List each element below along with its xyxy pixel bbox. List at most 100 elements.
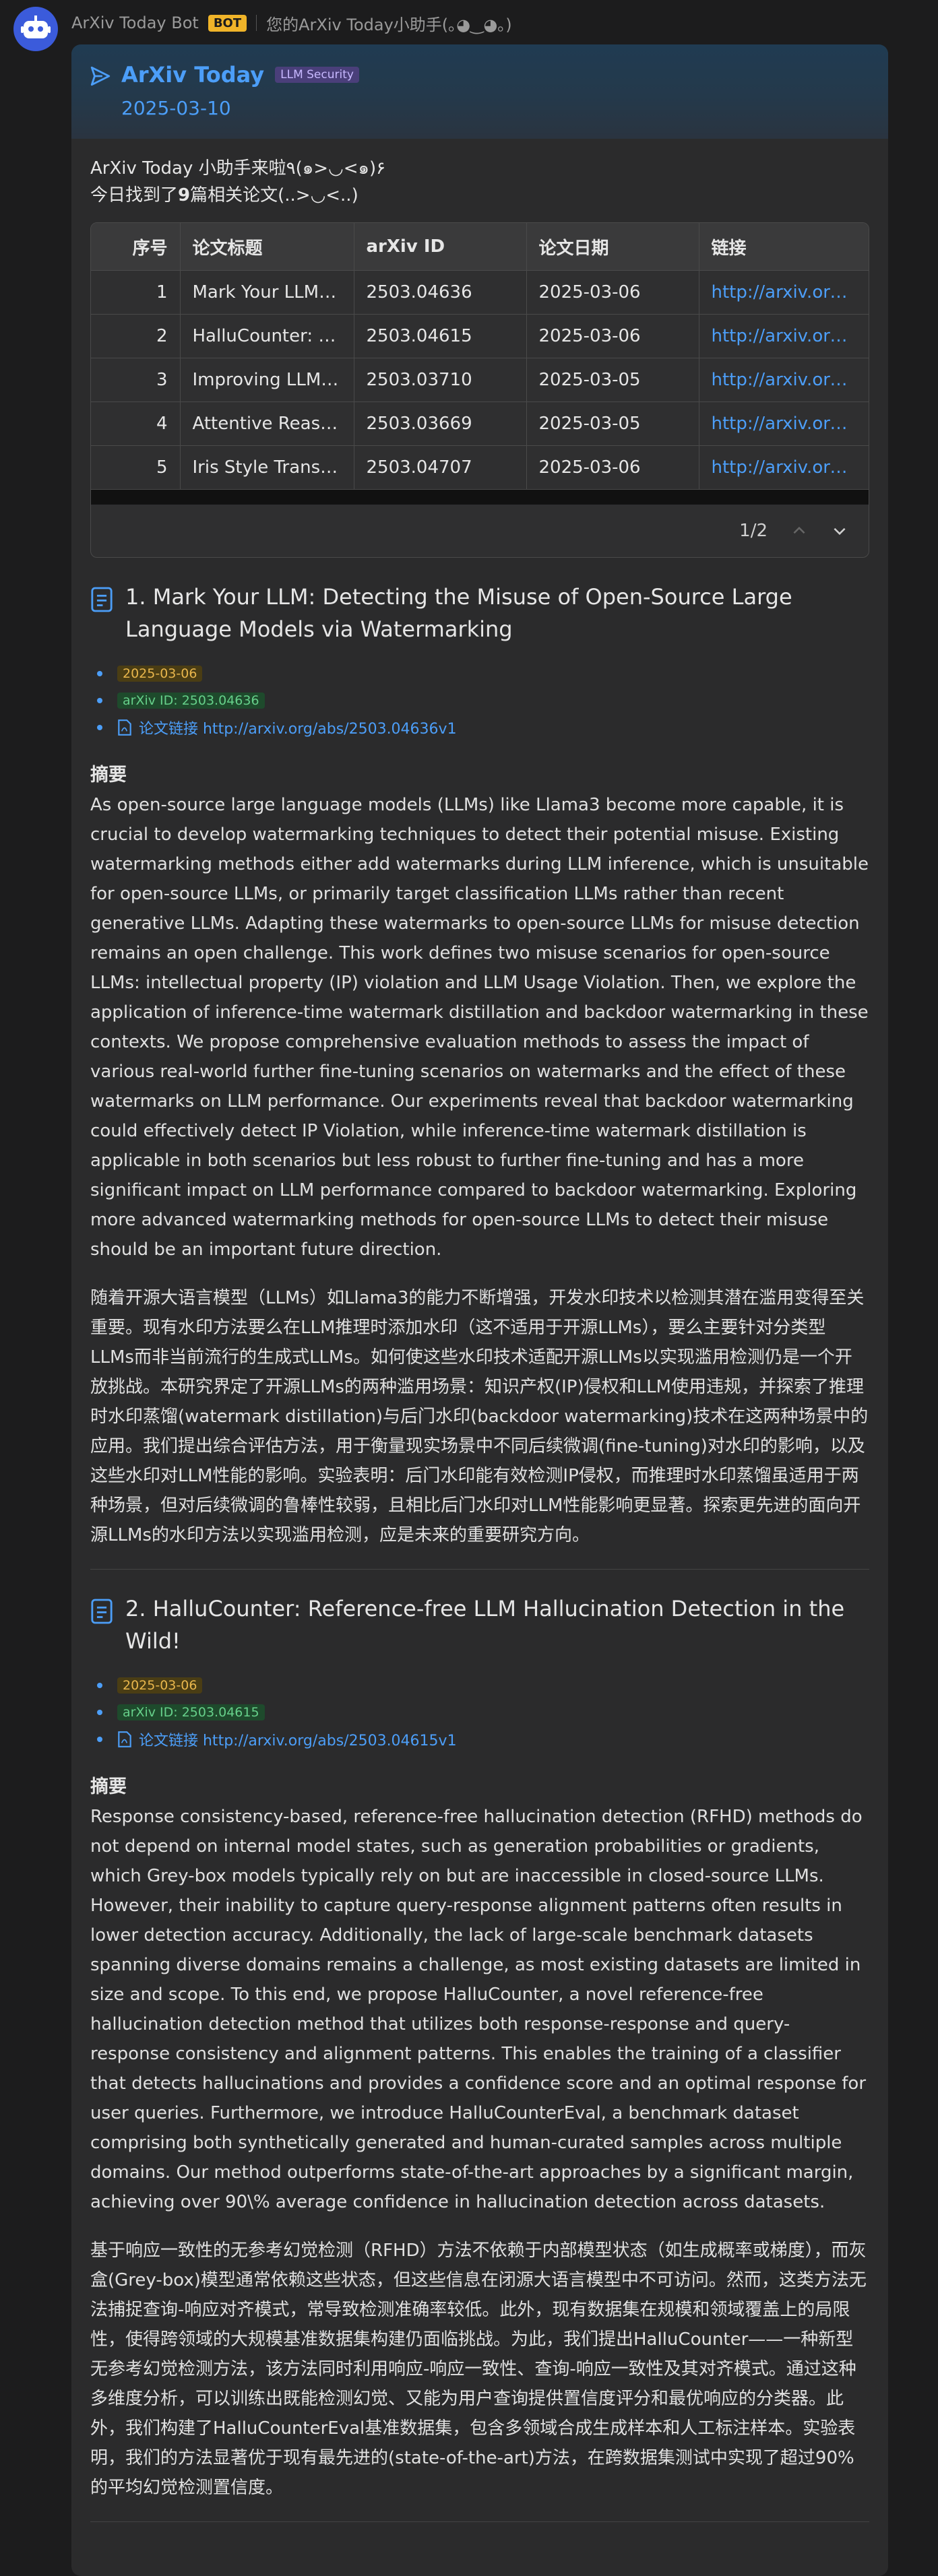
cell-date: 2025-03-06 bbox=[526, 270, 699, 315]
cell-link[interactable]: http://arxiv.org/abs/2503.03669v1 bbox=[699, 401, 869, 446]
topic-tag: LLM Security bbox=[275, 67, 359, 83]
bullet bbox=[97, 698, 102, 703]
bullet bbox=[97, 725, 102, 730]
cell-id: 2503.04707 bbox=[354, 445, 527, 490]
card-title-text: ArXiv Today bbox=[121, 62, 265, 88]
paper-title: 1. Mark Your LLM: Detecting the Misuse o… bbox=[90, 581, 869, 645]
pdf-icon bbox=[118, 1731, 131, 1747]
abstract-heading: 摘要 bbox=[90, 1776, 127, 1797]
pdf-icon bbox=[118, 719, 131, 736]
chevron-down-icon[interactable] bbox=[831, 522, 848, 540]
table-pager: 1/2 bbox=[91, 505, 869, 557]
cell-date: 2025-03-05 bbox=[526, 358, 699, 402]
cell-date: 2025-03-05 bbox=[526, 401, 699, 446]
cell-title: Attentive Reasoning Queries bbox=[180, 401, 354, 446]
card-header: ArXiv Today LLM Security 2025-03-10 bbox=[71, 44, 888, 139]
cell-id: 2503.04615 bbox=[354, 314, 527, 358]
paper-link-text[interactable]: 论文链接 http://arxiv.org/abs/2503.04636v1 bbox=[139, 717, 457, 738]
meta-id: arXiv ID: 2503.04636 bbox=[90, 687, 869, 714]
paper-meta-list: 2025-03-06 arXiv ID: 2503.04636 论文链接 htt… bbox=[90, 660, 869, 741]
cell-link[interactable]: http://arxiv.org/abs/2503.04707v1 bbox=[699, 445, 869, 490]
meta-link: 论文链接 http://arxiv.org/abs/2503.04615v1 bbox=[90, 1726, 869, 1753]
paper-link-text[interactable]: 论文链接 http://arxiv.org/abs/2503.04615v1 bbox=[139, 1729, 457, 1750]
bullet bbox=[97, 671, 102, 676]
date-badge: 2025-03-06 bbox=[117, 1677, 203, 1694]
arxiv-id-badge: arXiv ID: 2503.04615 bbox=[117, 1704, 265, 1720]
cell-no: 3 bbox=[91, 358, 181, 402]
intro-text: ArXiv Today 小助手来啦٩(๑>◡<๑)۶ 今日找到了9篇相关论文(.… bbox=[90, 155, 869, 209]
intro-line-2: 今日找到了9篇相关论文(..>◡<..) bbox=[90, 182, 869, 209]
cell-date: 2025-03-06 bbox=[526, 314, 699, 358]
card-date: 2025-03-10 bbox=[121, 97, 231, 119]
intro-suffix: 篇相关论文(..>◡<..) bbox=[190, 185, 358, 205]
cell-title: Improving LLM Safety Alignment bbox=[180, 358, 354, 402]
paper-title-text: 2. HalluCounter: Reference-free LLM Hall… bbox=[125, 1596, 845, 1654]
meta-id: arXiv ID: 2503.04615 bbox=[90, 1699, 869, 1726]
table-row: 5 Iris Style Transfer 2503.04707 2025-03… bbox=[91, 445, 869, 490]
abstract-english: Response consistency-based, reference-fr… bbox=[90, 1807, 867, 2212]
cell-title: HalluCounter: Reference-free bbox=[180, 314, 354, 358]
paper-link[interactable]: 论文链接 http://arxiv.org/abs/2503.04636v1 bbox=[117, 717, 457, 738]
cell-link[interactable]: http://arxiv.org/abs/2503.03710v1 bbox=[699, 358, 869, 402]
col-header-date[interactable]: 论文日期 bbox=[526, 223, 699, 271]
abstract-heading: 摘要 bbox=[90, 765, 127, 785]
bullet bbox=[97, 1683, 102, 1688]
cell-id: 2503.04636 bbox=[354, 270, 527, 315]
cell-no: 1 bbox=[91, 270, 181, 315]
paper-title-text: 1. Mark Your LLM: Detecting the Misuse o… bbox=[125, 584, 792, 642]
robot-icon bbox=[21, 15, 51, 38]
abstract-english: As open-source large language models (LL… bbox=[90, 795, 869, 1260]
bot-name[interactable]: ArXiv Today Bot bbox=[71, 13, 199, 32]
cell-no: 2 bbox=[91, 314, 181, 358]
header-divider bbox=[256, 15, 257, 31]
bullet bbox=[97, 1710, 102, 1715]
col-header-link[interactable]: 链接 bbox=[699, 223, 869, 271]
cell-link[interactable]: http://arxiv.org/abs/2503.04615v1 bbox=[699, 314, 869, 358]
paper-count: 9 bbox=[178, 185, 191, 205]
abstract-chinese: 基于响应一致性的无参考幻觉检测（RFHD）方法不依赖于内部模型状态（如生成概率或… bbox=[90, 2241, 867, 2498]
table-horizontal-scrollbar[interactable] bbox=[91, 490, 869, 505]
bot-avatar[interactable] bbox=[13, 7, 58, 51]
col-header-title[interactable]: 论文标题 bbox=[180, 223, 354, 271]
table-row: 3 Improving LLM Safety Alignment 2503.03… bbox=[91, 358, 869, 402]
paper-entry: 2. HalluCounter: Reference-free LLM Hall… bbox=[90, 1592, 869, 2522]
table-row: 4 Attentive Reasoning Queries 2503.03669… bbox=[91, 401, 869, 446]
bot-badge: BOT bbox=[208, 14, 247, 32]
bullet bbox=[97, 1737, 102, 1742]
table-header-row: 序号 论文标题 arXiv ID 论文日期 链接 bbox=[91, 223, 869, 271]
intro-line-1: ArXiv Today 小助手来啦٩(๑>◡<๑)۶ bbox=[90, 158, 386, 179]
cell-id: 2503.03669 bbox=[354, 401, 527, 446]
meta-date: 2025-03-06 bbox=[90, 660, 869, 687]
chevron-up-icon[interactable] bbox=[790, 522, 808, 540]
table-row: 1 Mark Your LLM: Detecting the Misuse 25… bbox=[91, 270, 869, 315]
send-icon bbox=[90, 66, 111, 86]
cell-link[interactable]: http://arxiv.org/abs/2503.04636v1 bbox=[699, 270, 869, 315]
paper-link[interactable]: 论文链接 http://arxiv.org/abs/2503.04615v1 bbox=[117, 1729, 457, 1750]
abstract-chinese: 随着开源大语言模型（LLMs）如Llama3的能力不断增强，开发水印技术以检测其… bbox=[90, 1288, 869, 1545]
col-header-id[interactable]: arXiv ID bbox=[354, 223, 527, 271]
arxiv-id-badge: arXiv ID: 2503.04636 bbox=[117, 693, 265, 709]
paper-divider bbox=[90, 2521, 869, 2522]
paper-title: 2. HalluCounter: Reference-free LLM Hall… bbox=[90, 1592, 869, 1657]
col-header-no[interactable]: 序号 bbox=[91, 223, 181, 271]
card-title: ArXiv Today LLM Security bbox=[121, 62, 359, 88]
cell-date: 2025-03-06 bbox=[526, 445, 699, 490]
page-indicator: 1/2 bbox=[739, 521, 768, 541]
cell-title: Iris Style Transfer bbox=[180, 445, 354, 490]
meta-date: 2025-03-06 bbox=[90, 1672, 869, 1699]
bot-subtitle: 您的ArXiv Today小助手(｡◕‿◕｡) bbox=[266, 15, 512, 34]
cell-no: 4 bbox=[91, 401, 181, 446]
date-badge: 2025-03-06 bbox=[117, 666, 203, 682]
paper-divider bbox=[90, 1569, 869, 1570]
paper-meta-list: 2025-03-06 arXiv ID: 2503.04615 论文链接 htt… bbox=[90, 1672, 869, 1753]
intro-prefix: 今日找到了 bbox=[90, 185, 179, 205]
cell-id: 2503.03710 bbox=[354, 358, 527, 402]
document-icon bbox=[91, 1599, 113, 1624]
paper-entry: 1. Mark Your LLM: Detecting the Misuse o… bbox=[90, 581, 869, 1570]
papers-table: 序号 论文标题 arXiv ID 论文日期 链接 1 Mark Your LLM… bbox=[90, 222, 869, 558]
meta-link: 论文链接 http://arxiv.org/abs/2503.04636v1 bbox=[90, 714, 869, 741]
table-row: 2 HalluCounter: Reference-free 2503.0461… bbox=[91, 314, 869, 358]
message-header: ArXiv Today Bot BOT 您的ArXiv Today小助手(｡◕‿… bbox=[71, 12, 512, 34]
cell-no: 5 bbox=[91, 445, 181, 490]
cell-title: Mark Your LLM: Detecting the Misuse bbox=[180, 270, 354, 315]
